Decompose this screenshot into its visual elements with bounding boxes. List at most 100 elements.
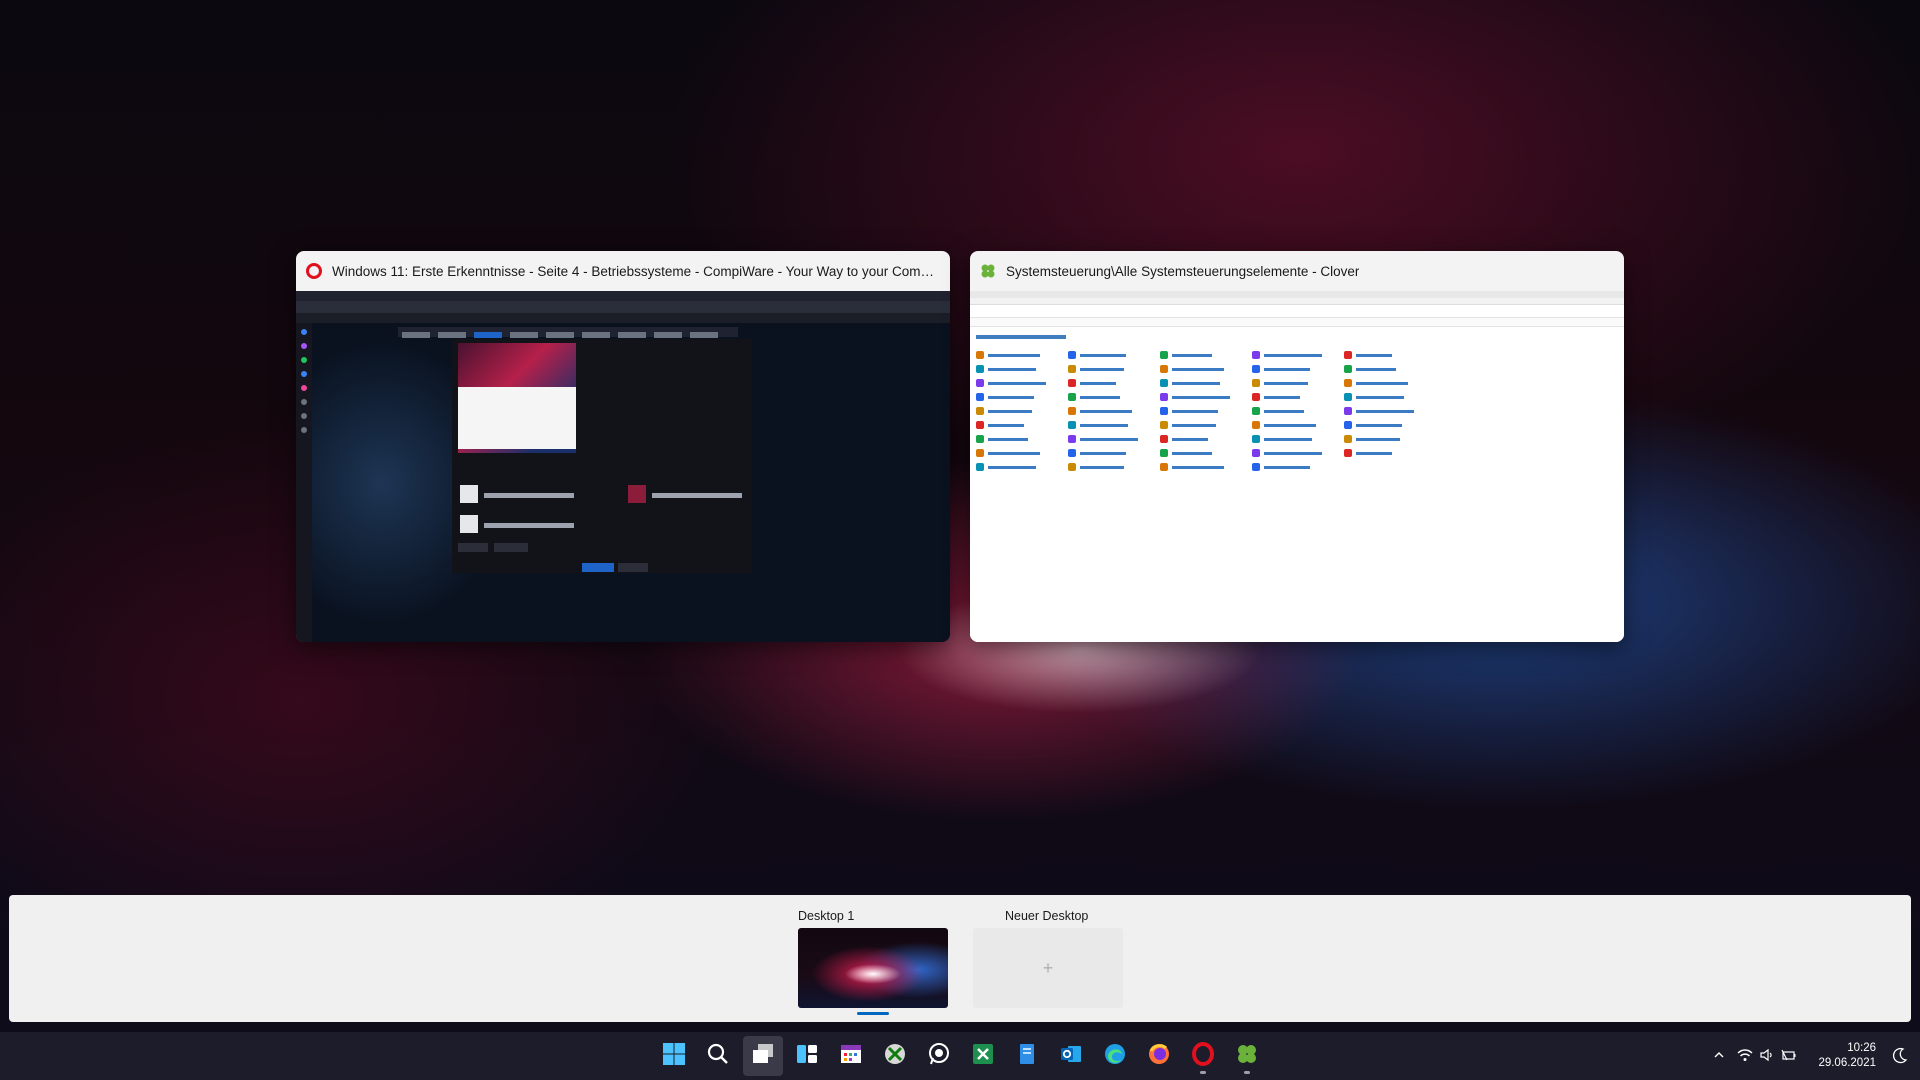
volume-icon[interactable]	[1756, 1048, 1778, 1065]
control-panel-item	[1252, 449, 1338, 457]
system-tray	[1708, 1032, 1800, 1080]
file-button[interactable]	[1007, 1036, 1047, 1076]
whatsapp-button[interactable]	[919, 1036, 959, 1076]
control-panel-item	[1160, 393, 1246, 401]
widgets-button[interactable]	[787, 1036, 827, 1076]
widgets-icon	[795, 1042, 819, 1071]
control-panel-item	[1160, 365, 1246, 373]
control-panel-item	[1068, 463, 1154, 471]
control-panel-item	[1344, 407, 1430, 415]
edge-icon	[1103, 1042, 1127, 1071]
firefox-button[interactable]	[1139, 1036, 1179, 1076]
control-panel-item	[1252, 463, 1338, 471]
start-icon	[662, 1042, 686, 1071]
control-panel-item	[976, 365, 1062, 373]
excel-button[interactable]	[963, 1036, 1003, 1076]
control-panel-item	[1160, 407, 1246, 415]
outlook-icon	[1059, 1042, 1083, 1071]
active-desktop-indicator	[857, 1012, 889, 1015]
whatsapp-icon	[927, 1042, 951, 1071]
control-panel-item	[1252, 407, 1338, 415]
control-panel-item	[1252, 365, 1338, 373]
control-panel-item	[1252, 351, 1338, 359]
window-title-bar: Windows 11: Erste Erkenntnisse - Seite 4…	[296, 251, 950, 291]
control-panel-item	[1160, 463, 1246, 471]
clover-button[interactable]	[1227, 1036, 1267, 1076]
control-panel-item	[1344, 393, 1430, 401]
desktop-1-thumbnail[interactable]	[798, 928, 948, 1008]
notification-icon[interactable]	[1892, 1047, 1908, 1070]
plus-icon: +	[1042, 957, 1054, 978]
task-view-icon	[751, 1042, 775, 1071]
new-desktop-button[interactable]: +	[973, 928, 1123, 1008]
outlook-button[interactable]	[1051, 1036, 1091, 1076]
file-icon	[1015, 1042, 1039, 1071]
virtual-desktops-bar: Desktop 1 Neuer Desktop +	[9, 895, 1911, 1022]
running-indicator	[1200, 1071, 1206, 1074]
clover-icon	[1235, 1042, 1259, 1071]
control-panel-item	[1068, 393, 1154, 401]
control-panel-item	[976, 379, 1062, 387]
clock-date: 29.06.2021	[1818, 1057, 1876, 1069]
window-title-bar: Systemsteuerung\Alle Systemsteuerungsele…	[970, 251, 1624, 291]
control-panel-item	[1344, 449, 1430, 457]
control-panel-item	[1068, 351, 1154, 359]
excel-icon	[971, 1042, 995, 1071]
new-desktop-label: Neuer Desktop	[1005, 909, 1089, 923]
control-panel-item	[1344, 379, 1430, 387]
window-thumbnail-opera[interactable]: Windows 11: Erste Erkenntnisse - Seite 4…	[296, 251, 950, 642]
control-panel-item	[1344, 435, 1430, 443]
running-indicator	[1244, 1071, 1250, 1074]
control-panel-item	[1344, 365, 1430, 373]
clover-icon	[980, 263, 996, 279]
control-panel-item	[1068, 421, 1154, 429]
control-panel-item	[976, 393, 1062, 401]
desktop-1-label: Desktop 1	[798, 909, 855, 923]
battery-icon[interactable]	[1778, 1048, 1800, 1065]
control-panel-item	[1068, 449, 1154, 457]
opera-icon	[306, 263, 322, 279]
control-panel-item	[1068, 407, 1154, 415]
taskbar-clock[interactable]: 10:26 29.06.2021	[1818, 1041, 1876, 1071]
control-panel-item	[1160, 421, 1246, 429]
control-panel-item	[1252, 421, 1338, 429]
control-panel-item	[1252, 379, 1338, 387]
window-preview	[296, 291, 950, 642]
control-panel-item	[976, 435, 1062, 443]
task-view-button[interactable]	[743, 1036, 783, 1076]
window-title: Systemsteuerung\Alle Systemsteuerungsele…	[1006, 263, 1360, 279]
wifi-icon[interactable]	[1734, 1048, 1756, 1065]
calendar-app-button[interactable]	[831, 1036, 871, 1076]
calendar-app-icon	[839, 1042, 863, 1071]
opera-button[interactable]	[1183, 1036, 1223, 1076]
search-button[interactable]	[698, 1036, 738, 1076]
control-panel-item	[1068, 365, 1154, 373]
control-panel-item	[1160, 379, 1246, 387]
opera-icon	[1191, 1041, 1215, 1071]
taskbar: 10:26 29.06.2021	[0, 1032, 1920, 1080]
control-panel-item	[1160, 435, 1246, 443]
control-panel-item	[976, 449, 1062, 457]
start-button[interactable]	[654, 1036, 694, 1076]
edge-button[interactable]	[1095, 1036, 1135, 1076]
window-title: Windows 11: Erste Erkenntnisse - Seite 4…	[332, 263, 940, 279]
control-panel-item	[1160, 351, 1246, 359]
window-preview	[970, 291, 1624, 642]
firefox-icon	[1147, 1042, 1171, 1071]
control-panel-item	[976, 421, 1062, 429]
control-panel-item	[1068, 379, 1154, 387]
control-panel-item	[976, 463, 1062, 471]
control-panel-item	[1252, 435, 1338, 443]
clock-time: 10:26	[1847, 1042, 1876, 1054]
control-panel-item	[1344, 421, 1430, 429]
control-panel-item	[976, 407, 1062, 415]
control-panel-item	[1344, 351, 1430, 359]
control-panel-item	[1160, 449, 1246, 457]
chevron-up-icon[interactable]	[1708, 1049, 1730, 1064]
control-panel-item	[1068, 435, 1154, 443]
control-panel-item	[976, 351, 1062, 359]
xbox-button[interactable]	[875, 1036, 915, 1076]
search-icon	[706, 1042, 730, 1071]
control-panel-item	[1252, 393, 1338, 401]
window-thumbnail-clover[interactable]: Systemsteuerung\Alle Systemsteuerungsele…	[970, 251, 1624, 642]
